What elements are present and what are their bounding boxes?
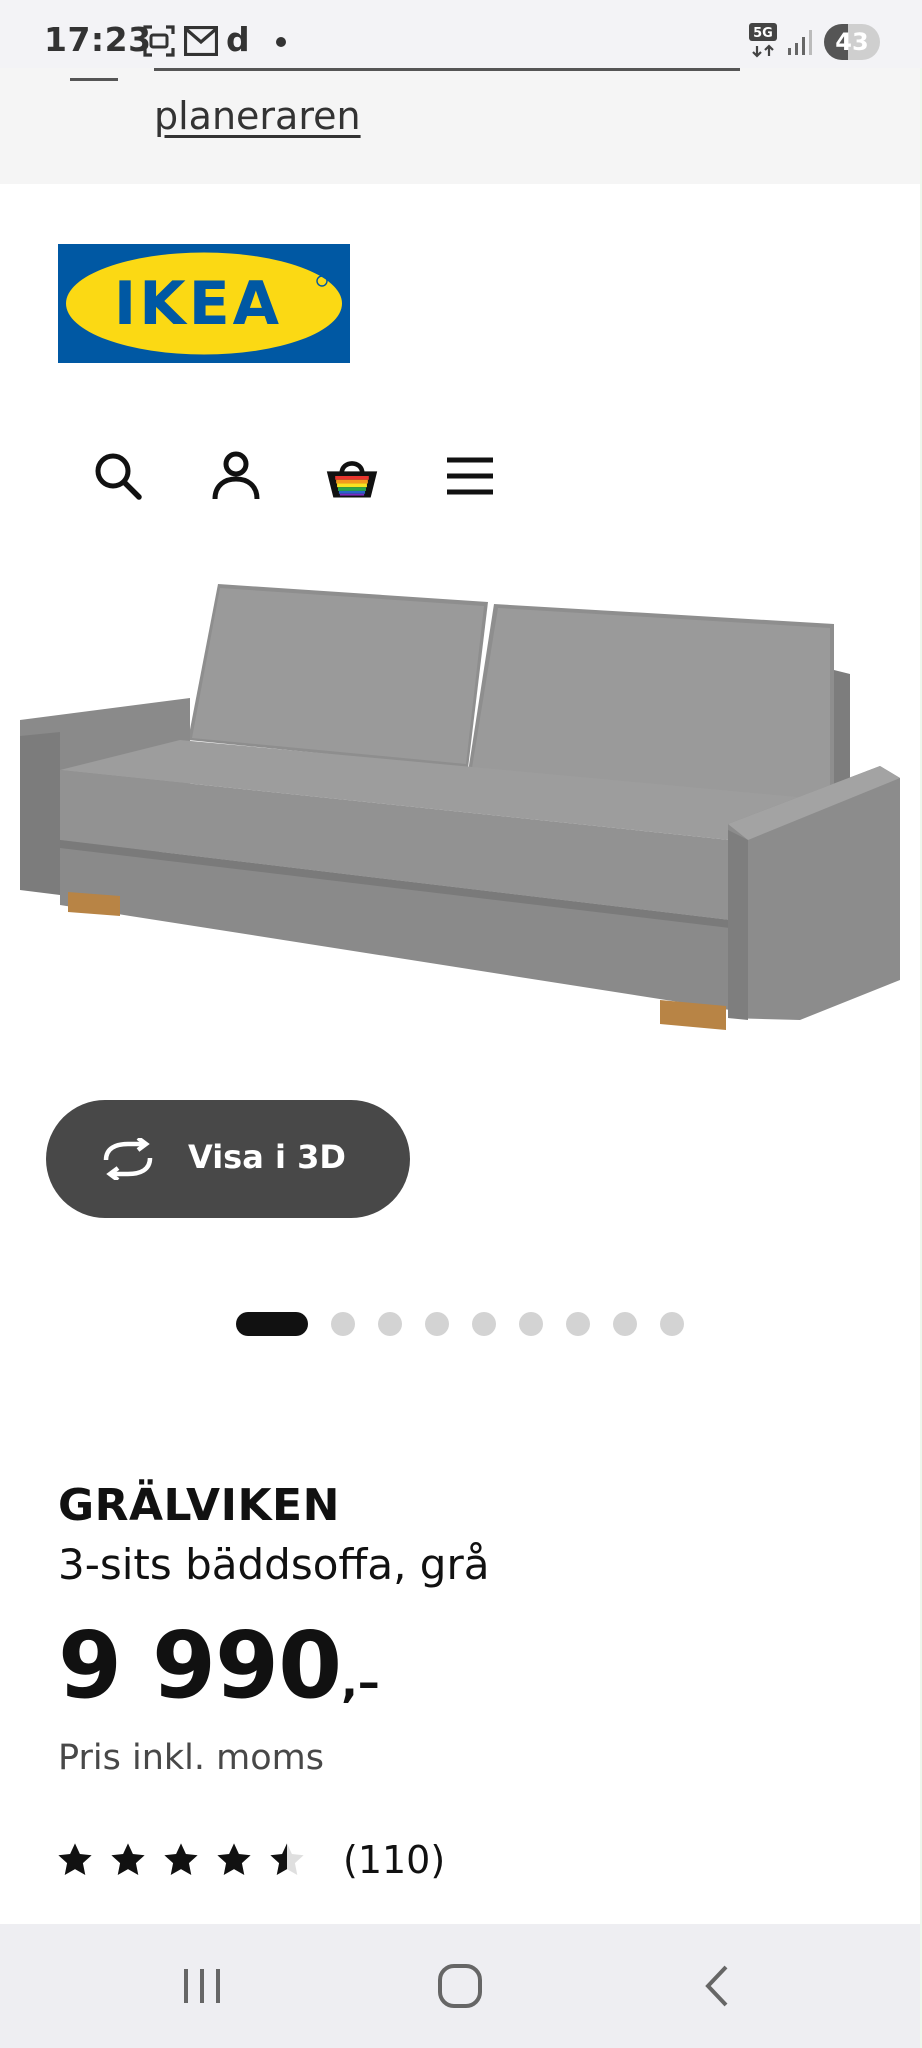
banner-divider — [154, 68, 740, 71]
carousel-dot[interactable] — [566, 1312, 590, 1336]
product-rating[interactable]: (110) — [56, 1834, 445, 1886]
review-count: (110) — [343, 1838, 446, 1882]
carousel-dot[interactable] — [331, 1312, 355, 1336]
search-icon[interactable] — [90, 448, 146, 504]
basket-icon[interactable] — [324, 448, 380, 504]
product-name: GRÄLVIKEN — [58, 1480, 340, 1531]
carousel-dot[interactable] — [425, 1312, 449, 1336]
svg-text:5G: 5G — [753, 26, 773, 41]
carousel-dot[interactable] — [613, 1312, 637, 1336]
notification-dot-icon — [276, 37, 286, 47]
product-price: 9 990,– — [58, 1612, 380, 1719]
planner-link[interactable]: planeraren — [154, 94, 361, 138]
d-app-icon: d — [226, 20, 250, 59]
screenshot-icon — [143, 25, 175, 57]
price-note: Pris inkl. moms — [58, 1738, 324, 1778]
view-3d-label: Visa i 3D — [188, 1138, 346, 1176]
battery-icon: 43 — [824, 24, 880, 60]
status-time: 17:23 — [44, 20, 152, 59]
star-icon — [270, 1843, 304, 1876]
5g-icon: 5G — [749, 23, 777, 58]
view-3d-button[interactable]: Visa i 3D — [46, 1100, 410, 1218]
signal-icon — [788, 30, 812, 55]
product-description: 3-sits bäddsoffa, grå — [58, 1540, 490, 1589]
account-icon[interactable] — [208, 448, 264, 504]
price-suffix: ,– — [341, 1657, 380, 1708]
price-amount: 9 990 — [58, 1612, 342, 1719]
top-banner: planeraren — [0, 68, 922, 184]
menu-icon[interactable] — [442, 448, 498, 504]
product-image[interactable] — [0, 540, 922, 1040]
navigation-bar — [0, 1924, 922, 2048]
svg-text:IKEA: IKEA — [114, 269, 282, 339]
carousel-dot[interactable] — [519, 1312, 543, 1336]
banner-divider-left — [70, 78, 118, 81]
star-icon — [217, 1843, 251, 1876]
rotate-3d-icon — [103, 1138, 153, 1180]
recent-apps-icon[interactable] — [162, 1954, 242, 2018]
mail-icon — [184, 26, 218, 56]
star-icon — [111, 1843, 145, 1876]
home-icon[interactable] — [420, 1954, 500, 2018]
battery-label: 43 — [835, 28, 869, 56]
carousel-dot[interactable] — [472, 1312, 496, 1336]
carousel-dot[interactable] — [378, 1312, 402, 1336]
star-icon — [58, 1843, 92, 1876]
back-icon[interactable] — [678, 1954, 758, 2018]
star-icon — [164, 1843, 198, 1876]
carousel-dot[interactable] — [660, 1312, 684, 1336]
status-bar: 17:23 d 5G 43 — [0, 0, 922, 68]
ikea-logo[interactable]: IKEA — [58, 244, 350, 363]
carousel-dot[interactable] — [236, 1312, 308, 1336]
